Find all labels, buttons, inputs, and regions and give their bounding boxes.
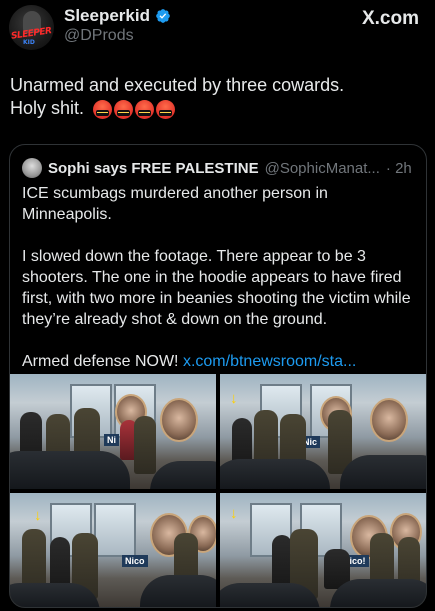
- quoted-tweet[interactable]: Sophi says FREE PALESTINE @SophicManat..…: [9, 144, 427, 608]
- quoted-tweet-body: ICE scumbags murdered another person in …: [22, 183, 414, 372]
- quoted-paragraph-3: Armed defense NOW! x.com/btnewsroom/sta.…: [22, 351, 414, 372]
- user-handle[interactable]: @DProds: [64, 27, 134, 45]
- tweet-text: Unarmed and executed by three cowards. H…: [10, 74, 420, 120]
- tweet-line-1: Unarmed and executed by three cowards.: [10, 75, 345, 95]
- avatar[interactable]: SLEEPER KID: [9, 5, 54, 50]
- arrow-down-icon: ↓: [34, 507, 42, 524]
- avatar-logo-subtext: KID: [23, 39, 35, 46]
- media-grid: Ni Nic ↓ Nico ↓ Nico! ↓: [10, 374, 426, 607]
- face-with-symbols-icon: [135, 99, 155, 119]
- quoted-avatar[interactable]: [22, 158, 42, 178]
- media-image-3[interactable]: Nico ↓: [10, 493, 216, 607]
- quoted-tweet-header: Sophi says FREE PALESTINE @SophicManat..…: [22, 158, 412, 178]
- quoted-display-name[interactable]: Sophi says FREE PALESTINE: [48, 160, 259, 177]
- display-name[interactable]: Sleeperkid: [64, 6, 150, 26]
- quoted-paragraph-2: I slowed down the footage. There appear …: [22, 248, 411, 328]
- media-image-2[interactable]: Nic ↓: [220, 374, 426, 489]
- storefront-sign: Nico: [122, 555, 148, 567]
- arrow-down-icon: ↓: [230, 390, 238, 407]
- quoted-link[interactable]: x.com/btnewsroom/sta...: [183, 353, 356, 370]
- quoted-paragraph-3-text: Armed defense NOW!: [22, 353, 183, 370]
- arrow-down-icon: ↓: [230, 505, 238, 522]
- quoted-timestamp[interactable]: · 2h: [386, 160, 412, 177]
- name-row: Sleeperkid: [64, 6, 171, 26]
- face-with-symbols-icon: [156, 99, 176, 119]
- tweet-header: SLEEPER KID Sleeperkid @DProds X.com: [0, 0, 435, 60]
- storefront-sign: Ni: [104, 434, 119, 446]
- face-with-symbols-icon: [114, 99, 134, 119]
- tweet-line-2: Holy shit.: [10, 97, 420, 120]
- tweet-line-2-text: Holy shit.: [10, 98, 85, 118]
- verified-badge-icon: [156, 9, 170, 23]
- site-watermark: X.com: [361, 8, 419, 29]
- media-image-1[interactable]: Ni: [10, 374, 216, 489]
- quoted-paragraph-1: ICE scumbags murdered another person in …: [22, 185, 328, 223]
- emoji-row: [93, 99, 176, 119]
- quoted-handle[interactable]: @SophicManat...: [265, 160, 380, 177]
- media-image-4[interactable]: Nico! ↓: [220, 493, 426, 607]
- face-with-symbols-icon: [93, 99, 113, 119]
